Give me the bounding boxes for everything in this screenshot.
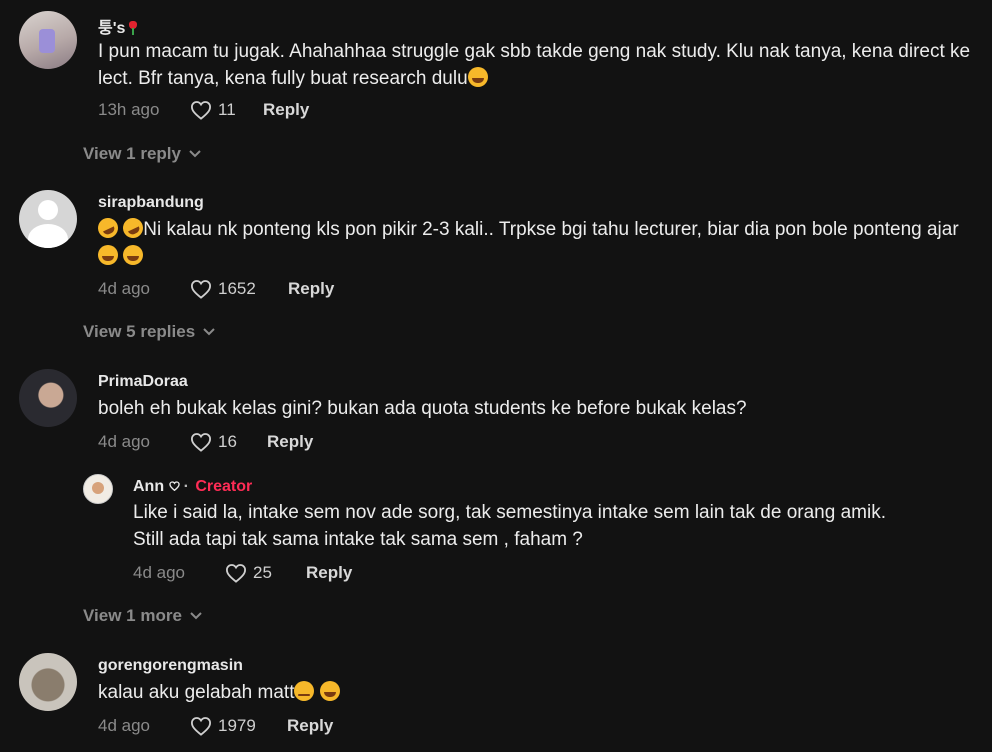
view-replies-button[interactable]: View 1 reply: [83, 144, 201, 164]
reply-button[interactable]: Reply: [287, 716, 333, 736]
like-button[interactable]: 11: [190, 100, 263, 120]
avatar-figure: [92, 482, 104, 494]
like-count: 16: [218, 432, 237, 451]
view-replies-button[interactable]: View 5 replies: [83, 322, 215, 342]
like-count: 11: [218, 100, 236, 119]
heart-icon: [190, 101, 212, 120]
chevron-down-icon: [189, 150, 201, 158]
username[interactable]: Ann · Creator: [133, 478, 252, 496]
reply-button[interactable]: Reply: [306, 563, 352, 583]
heart-icon: [190, 280, 212, 299]
avatar[interactable]: [19, 190, 77, 248]
laughing-emoji: [467, 67, 488, 87]
laughing-emoji: [123, 245, 144, 265]
rose-emoji: [128, 21, 138, 35]
username[interactable]: PrimaDoraa: [98, 373, 188, 391]
username-text: Ann: [133, 478, 165, 495]
crying-emoji: [98, 245, 118, 265]
phone-shape: [39, 29, 55, 53]
username-text: 퉁's: [98, 20, 126, 37]
heart-icon: [190, 717, 212, 736]
timestamp: 13h ago: [98, 100, 160, 119]
default-avatar-body: [28, 224, 68, 248]
view-replies-label: View 5 replies: [83, 322, 196, 341]
like-button[interactable]: 1652: [190, 279, 288, 299]
like-button[interactable]: 25: [225, 563, 306, 583]
separator: ·: [183, 478, 189, 495]
view-replies-label: View 1 reply: [83, 144, 181, 163]
heart-icon: [190, 433, 212, 452]
username[interactable]: gorengorengmasin: [98, 657, 243, 675]
comment-meta: 13h ago 11 Reply: [98, 100, 309, 120]
pensive-emoji: [294, 681, 315, 701]
chevron-down-icon: [190, 612, 202, 620]
reply-button[interactable]: Reply: [267, 432, 313, 452]
view-more-label: View 1 more: [83, 606, 182, 625]
comment-text: kalau aku gelabah matt: [98, 679, 978, 706]
timestamp: 4d ago: [98, 279, 150, 298]
view-more-button[interactable]: View 1 more: [83, 606, 202, 626]
comment-text-body: Ni kalau nk ponteng kls pon pikir 2-3 ka…: [143, 219, 959, 240]
avatar[interactable]: [19, 653, 77, 711]
reply-button[interactable]: Reply: [288, 279, 334, 299]
comment-text-body: kalau aku gelabah matt: [98, 682, 295, 703]
like-count: 1652: [218, 279, 256, 298]
like-button[interactable]: 1979: [190, 716, 287, 736]
comment-meta: 4d ago 1979 Reply: [98, 716, 333, 736]
default-avatar-head: [38, 200, 58, 220]
heart-icon: [225, 564, 247, 583]
timestamp: 4d ago: [98, 432, 150, 451]
like-button[interactable]: 16: [190, 432, 267, 452]
comment-meta: 4d ago 25 Reply: [133, 563, 352, 583]
username[interactable]: 퉁's: [98, 14, 138, 38]
avatar[interactable]: [83, 474, 113, 504]
creator-badge: Creator: [195, 478, 253, 495]
comment-text: Like i said la, intake sem nov ade sorg,…: [133, 502, 886, 550]
reply-button[interactable]: Reply: [263, 100, 309, 120]
crying-emoji: [319, 681, 340, 701]
rofl-emoji: [94, 214, 122, 242]
comment-meta: 4d ago 1652 Reply: [98, 279, 334, 299]
heart-small-icon: [168, 481, 180, 492]
comment-text: Ni kalau nk ponteng kls pon pikir 2-3 ka…: [94, 214, 978, 270]
timestamp: 4d ago: [133, 563, 185, 582]
comment-text: I pun macam tu jugak. Ahahahhaa struggle…: [98, 38, 978, 92]
avatar[interactable]: [19, 369, 77, 427]
avatar[interactable]: [19, 11, 77, 69]
username[interactable]: sirapbandung: [98, 194, 204, 212]
comment-text: boleh eh bukak kelas gini? bukan ada quo…: [98, 398, 747, 419]
comment-text-body: I pun macam tu jugak. Ahahahhaa struggle…: [98, 41, 976, 89]
like-count: 1979: [218, 716, 256, 735]
comment-meta: 4d ago 16 Reply: [98, 432, 313, 452]
chevron-down-icon: [203, 328, 215, 336]
like-count: 25: [253, 563, 272, 582]
timestamp: 4d ago: [98, 716, 150, 735]
